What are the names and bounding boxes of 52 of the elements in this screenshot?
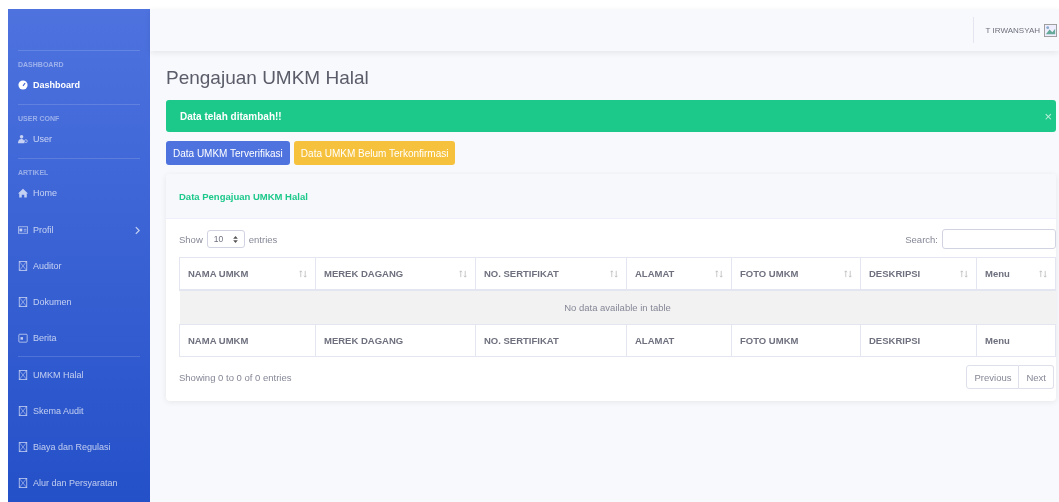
user-name[interactable]: T IRWANSYAH bbox=[985, 25, 1040, 35]
card-title: Data Pengajuan UMKM Halal bbox=[179, 190, 308, 202]
alert-message: Data telah ditambah!! bbox=[180, 110, 282, 122]
sidebar-item[interactable]: Dokumen bbox=[8, 284, 150, 320]
gauge-icon bbox=[18, 80, 28, 90]
column-footer: FOTO UMKM bbox=[731, 324, 861, 357]
broken-image-icon[interactable] bbox=[1044, 23, 1057, 37]
sort-icon bbox=[960, 269, 968, 278]
sidebar-item[interactable]: Biaya dan Regulasi bbox=[8, 429, 150, 465]
column-footer: ALAMAT bbox=[626, 324, 732, 357]
sidebar-item[interactable]: Auditor bbox=[8, 248, 150, 284]
column-footer: MEREK DAGANG bbox=[315, 324, 476, 357]
pagination-button[interactable]: Next bbox=[1019, 365, 1054, 389]
sidebar-item[interactable]: Berita bbox=[8, 320, 150, 356]
page-title: Pengajuan UMKM Halal bbox=[166, 67, 370, 89]
column-footer: Menu bbox=[976, 324, 1056, 357]
sort-icon bbox=[844, 269, 852, 278]
home-icon bbox=[18, 188, 28, 198]
column-footer: NAMA UMKM bbox=[179, 324, 316, 357]
missing-glyph-icon bbox=[18, 406, 28, 416]
filter-button[interactable]: Data UMKM Terverifikasi bbox=[166, 141, 290, 165]
missing-glyph-icon bbox=[18, 442, 28, 452]
entries-label: entries bbox=[248, 233, 278, 245]
sort-icon bbox=[610, 269, 618, 278]
sort-icon bbox=[1039, 269, 1047, 278]
missing-glyph-icon bbox=[18, 370, 28, 380]
search-field[interactable] bbox=[942, 229, 1056, 249]
user-icon bbox=[18, 134, 28, 144]
sidebar-item[interactable]: Home bbox=[8, 180, 150, 206]
sort-icon bbox=[715, 269, 723, 278]
column-footer: DESKRIPSI bbox=[860, 324, 977, 357]
sidebar-item[interactable]: Skema Audit bbox=[8, 393, 150, 429]
updown-icon bbox=[232, 235, 238, 243]
id-card-icon bbox=[18, 225, 28, 235]
missing-glyph-icon bbox=[18, 261, 28, 271]
search-label: Search: bbox=[905, 233, 938, 245]
sidebar-item[interactable]: Alur dan Persyaratan bbox=[8, 465, 150, 501]
missing-glyph-icon bbox=[18, 297, 28, 307]
sidebar-item[interactable]: User bbox=[8, 126, 150, 152]
sidebar-item[interactable]: Profil bbox=[8, 212, 150, 248]
sort-icon bbox=[299, 269, 307, 278]
missing-glyph-icon bbox=[18, 478, 28, 488]
entries-select[interactable]: 10 bbox=[206, 230, 245, 248]
column-footer: NO. SERTIFIKAT bbox=[475, 324, 627, 357]
sidebar-item[interactable]: Dashboard bbox=[8, 72, 150, 98]
calendar-icon bbox=[18, 333, 28, 343]
sidebar-item[interactable]: UMKM Halal bbox=[8, 357, 150, 393]
pagination-button[interactable]: Previous bbox=[966, 365, 1020, 389]
table-info: Showing 0 to 0 of 0 entries bbox=[179, 371, 292, 383]
show-label: Show bbox=[179, 233, 203, 245]
sort-icon bbox=[459, 269, 467, 278]
empty-table-message: No data available in table bbox=[179, 290, 1056, 325]
